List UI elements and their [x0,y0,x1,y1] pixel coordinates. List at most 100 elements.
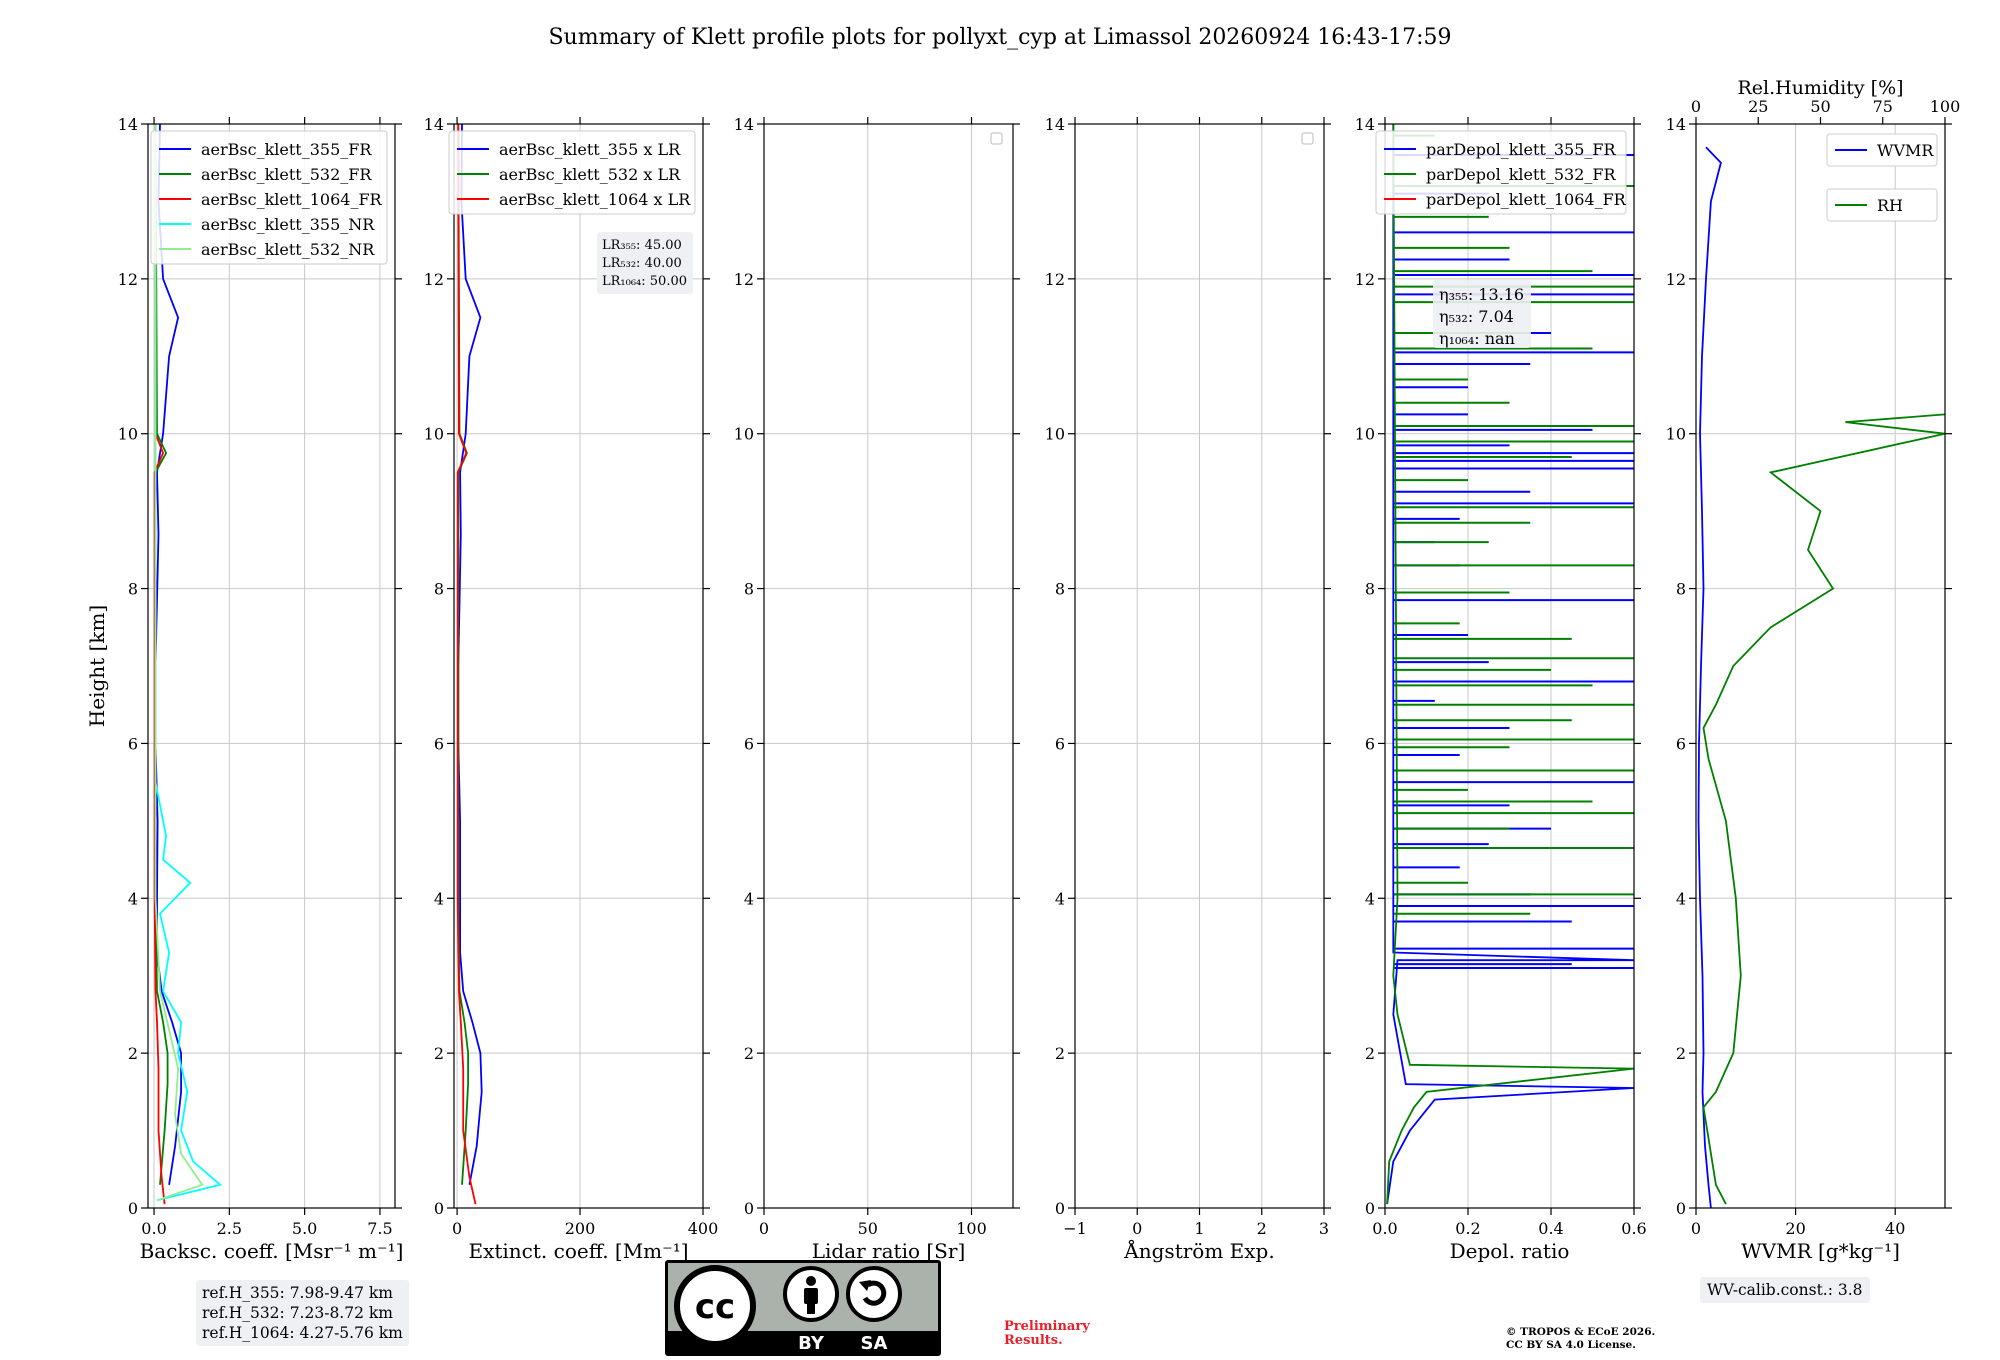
y-tick-label: 8 [1676,580,1686,599]
wv-calib-box: WV-calib.const.: 3.8 [1700,1277,1870,1303]
axes-frame [147,123,396,1209]
panel-wv: 0 2 4 6 8 10 12 14 0 20 40 0 25 50 75 100 Rel.Humidity [… [1666,77,1961,1263]
legend-label: RH [1877,196,1903,215]
y-tick-label: 4 [744,889,754,908]
x-tick-label: 0.6 [1621,1219,1646,1238]
x2-axis-label: Rel.Humidity [%] [1737,77,1903,99]
eta-value: η₃₅₅: 13.16 [1439,285,1524,304]
preliminary-notice: Preliminary Results. [1004,1320,1090,1348]
y-tick-label: 8 [744,580,754,599]
y-axis-label: Height [km] [85,605,109,727]
plot-area [153,124,223,1205]
x2-tick-label: 75 [1873,97,1893,116]
x-tick-label: 2 [1257,1219,1267,1238]
x-axis-label: Ångström Exp. [1123,1238,1274,1263]
x2-tick-label: 25 [1748,97,1768,116]
y-tick-label: 14 [1045,115,1065,134]
legend-label: aerBsc_klett_355_FR [201,140,372,159]
x-tick-label: 0.0 [141,1219,166,1238]
ref-height-355: ref.H_355: 7.98-9.47 km [202,1284,393,1302]
y-tick-label: 14 [734,115,754,134]
figure-title: Summary of Klett profile plots for polly… [548,25,1451,50]
x-tick-label: 1 [1194,1219,1204,1238]
y-tick-label: 10 [424,425,444,444]
y-tick-label: 14 [424,115,444,134]
preliminary-line-2: Results. [1004,1333,1063,1348]
figure: Summary of Klett profile plots for polly… [85,25,1961,1263]
copyright-line-2: CC BY SA 4.0 License. [1506,1339,1636,1351]
y-tick-label: 10 [1355,425,1375,444]
y-tick-label: 0 [1055,1199,1065,1218]
y-tick-label: 12 [424,270,444,289]
y-tick-label: 4 [128,889,138,908]
lidar-ratio-value: LR₃₅₅: 45.00 [602,238,682,253]
x2-tick-label: 0 [1691,97,1701,116]
preliminary-line-1: Preliminary [1004,1319,1090,1334]
y-tick-label: 2 [128,1044,138,1063]
panel-lr: 024681012140 50 100Lidar ratio [Sr] [734,115,1020,1263]
legend-label: aerBsc_klett_532_NR [201,240,375,259]
y-tick-label: 2 [744,1044,754,1063]
y-tick-label: 14 [1355,115,1375,134]
y-tick-label: 10 [734,425,754,444]
y-tick-label: 8 [128,580,138,599]
legend-label: parDepol_klett_532_FR [1426,165,1617,184]
legend-label: aerBsc_klett_532_FR [201,165,372,184]
sa-label: SA [861,1333,888,1354]
by-label: BY [798,1333,825,1354]
y-tick-label: 10 [1045,425,1065,444]
legend-label: aerBsc_klett_355 x LR [499,140,681,159]
x-tick-label: 0 [759,1219,769,1238]
legend-label: parDepol_klett_1064_FR [1426,190,1627,209]
y-tick-label: 12 [1045,270,1065,289]
y-tick-label: 8 [1055,580,1065,599]
copyright-notice: © TROPOS & ECoE 2026. CC BY SA 4.0 Licen… [1506,1326,1655,1352]
x-axis-label: Extinct. coeff. [Mm⁻¹] [468,1239,688,1263]
plot-area [1697,146,1945,1208]
reference-height-box: ref.H_355: 7.98-9.47 km ref.H_532: 7.23-… [196,1280,409,1346]
y-tick-label: 8 [434,580,444,599]
y-tick-label: 2 [1365,1044,1375,1063]
x-tick-label: 20 [1785,1219,1805,1238]
x-tick-label: 50 [858,1219,878,1238]
y-tick-label: 0 [1365,1199,1375,1218]
x-tick-label: 0 [452,1219,462,1238]
x2-tick-label: 50 [1810,97,1830,116]
y-tick-label: 6 [1365,734,1375,753]
y-tick-label: 2 [1676,1044,1686,1063]
sa-share-icon [846,1266,902,1322]
x-axis-label: WVMR [g*kg⁻¹] [1741,1239,1900,1263]
cc-license-badge: cc BY SA [665,1260,941,1356]
y-tick-label: 10 [1666,425,1686,444]
x-tick-label: −1 [1063,1219,1087,1238]
x-tick-label: 5.0 [292,1219,317,1238]
y-tick-label: 6 [1676,734,1686,753]
y-tick-label: 4 [1365,889,1375,908]
y-tick-label: 2 [1055,1044,1065,1063]
y-tick-label: 14 [118,115,138,134]
series-line-wvmr [1697,146,1722,1208]
eta-value: η₅₃₂: 7.04 [1439,307,1514,326]
panel-ang: 02468101214−1 0 1 2 3Ångström Exp. [1045,115,1331,1263]
x2-tick-label: 100 [1930,97,1961,116]
series-line-rh [1702,413,1945,1205]
y-tick-label: 12 [1666,270,1686,289]
y-tick-label: 2 [434,1044,444,1063]
x-tick-label: 400 [688,1219,719,1238]
x-tick-label: 0.2 [1455,1219,1480,1238]
y-tick-label: 0 [128,1199,138,1218]
cc-mark: cc [695,1287,735,1327]
x-tick-label: 0.4 [1538,1219,1563,1238]
y-tick-label: 6 [1055,734,1065,753]
lidar-ratio-value: LR₅₃₂: 40.00 [602,256,682,271]
x-tick-label: 200 [565,1219,596,1238]
ref-height-1064: ref.H_1064: 4.27-5.76 km [202,1324,403,1342]
legend-label: aerBsc_klett_1064_FR [201,190,383,209]
y-tick-label: 10 [118,425,138,444]
y-tick-label: 14 [1666,115,1686,134]
y-tick-label: 0 [1676,1199,1686,1218]
legend-label: WVMR [1877,141,1934,160]
x-tick-label: 100 [956,1219,987,1238]
x-tick-label: 0.0 [1372,1219,1397,1238]
x-tick-label: 40 [1885,1219,1905,1238]
